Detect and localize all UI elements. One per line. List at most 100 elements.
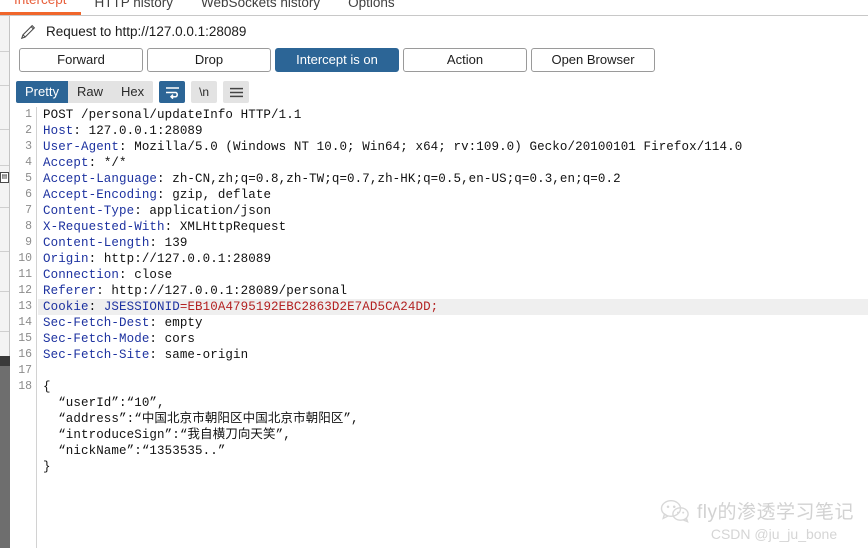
header-name: User-Agent xyxy=(43,140,120,154)
code-line: User-Agent: Mozilla/5.0 (Windows NT 10.0… xyxy=(43,140,743,154)
code-line-body-open: { xyxy=(43,380,51,394)
rail-segment xyxy=(0,86,9,130)
code-line-cookie: Cookie: JSESSIONID=EB10A4795192EBC2863D2… xyxy=(38,299,868,315)
action-button[interactable]: Action xyxy=(403,48,527,72)
request-code[interactable]: POST /personal/updateInfo HTTP/1.1 Host:… xyxy=(38,107,868,548)
line-number: 5 xyxy=(25,172,32,185)
rail-segment xyxy=(0,52,9,86)
header-value: cors xyxy=(164,332,196,346)
line-number: 12 xyxy=(18,284,32,297)
rail-scrollbar-cap xyxy=(0,356,10,366)
header-value: same-origin xyxy=(164,348,249,362)
code-line: Referer: http://127.0.0.1:28089/personal xyxy=(43,284,348,298)
line-number: 16 xyxy=(18,348,32,361)
header-value: 127.0.0.1:28089 xyxy=(88,124,203,138)
header-value: application/json xyxy=(149,204,272,218)
rail-segment xyxy=(0,208,9,252)
view-mode-raw[interactable]: Raw xyxy=(67,81,112,103)
code-line: POST /personal/updateInfo HTTP/1.1 xyxy=(38,107,868,123)
view-mode-group: Pretty Raw Hex xyxy=(16,81,154,103)
newline-icon[interactable]: \n xyxy=(191,81,218,103)
header-name: Sec-Fetch-Site xyxy=(43,348,150,362)
rail-segment xyxy=(0,252,9,292)
code-line: Sec-Fetch-Mode: cors xyxy=(43,332,196,346)
menu-icon[interactable] xyxy=(223,81,250,103)
code-line: X-Requested-With: XMLHttpRequest xyxy=(43,220,287,234)
line-number: 11 xyxy=(18,268,32,281)
code-line-body: “address”:“中国北京市朝阳区中国北京市朝阳区”, xyxy=(43,412,359,426)
header-value: XMLHttpRequest xyxy=(179,220,287,234)
line-number: 17 xyxy=(18,364,32,377)
pencil-icon xyxy=(20,24,36,39)
code-line-body-close: } xyxy=(43,460,51,474)
code-line: Origin: http://127.0.0.1:28089 xyxy=(43,252,272,266)
code-line: Sec-Fetch-Site: same-origin xyxy=(43,348,249,362)
header-name: Accept xyxy=(43,156,89,170)
intercept-toggle-button[interactable]: Intercept is on xyxy=(275,48,399,72)
header-value: http://127.0.0.1:28089/personal xyxy=(111,284,348,298)
cookie-name: JSESSIONID xyxy=(103,300,180,314)
line-number: 14 xyxy=(18,316,32,329)
tab-intercept[interactable]: Intercept xyxy=(0,0,81,15)
burp-proxy-intercept-window: ▤ Intercept HTTP history WebSockets hist… xyxy=(0,0,868,548)
code-line-body: “userId”:“10”, xyxy=(43,396,165,410)
word-wrap-icon[interactable] xyxy=(159,81,186,103)
rail-segment xyxy=(0,16,9,52)
line-number: 18 xyxy=(18,380,32,393)
word-wrap-glyph xyxy=(165,86,179,99)
line-number: 1 xyxy=(25,108,32,121)
line-number-gutter: 1 2 3 4 5 6 7 8 9 10 11 12 13 14 15 16 1… xyxy=(11,107,37,548)
line-number: 10 xyxy=(18,252,32,265)
header-value: close xyxy=(134,268,173,282)
tab-http-history[interactable]: HTTP history xyxy=(81,0,188,15)
header-name: Cookie xyxy=(43,300,89,314)
header-name: Content-Type xyxy=(43,204,135,218)
rail-segment xyxy=(0,292,9,332)
header-value: http://127.0.0.1:28089 xyxy=(103,252,272,266)
code-line-body: “introduceSign”:“我自横刀向天笑”, xyxy=(43,428,291,442)
header-name: Sec-Fetch-Mode xyxy=(43,332,150,346)
forward-button[interactable]: Forward xyxy=(19,48,143,72)
cookie-value: EB10A4795192EBC2863D2E7AD5CA24DD; xyxy=(187,300,439,314)
view-mode-pretty[interactable]: Pretty xyxy=(16,81,68,103)
code-line: Accept: */* xyxy=(43,156,127,170)
line-number: 13 xyxy=(18,300,32,313)
header-name: Connection xyxy=(43,268,120,282)
line-number: 4 xyxy=(25,156,32,169)
request-editor[interactable]: 1 2 3 4 5 6 7 8 9 10 11 12 13 14 15 16 1… xyxy=(11,107,868,548)
code-line: Host: 127.0.0.1:28089 xyxy=(43,124,203,138)
line-number: 3 xyxy=(25,140,32,153)
view-mode-hex[interactable]: Hex xyxy=(111,81,154,103)
code-line: Content-Length: 139 xyxy=(43,236,188,250)
open-browser-button[interactable]: Open Browser xyxy=(531,48,655,72)
code-line: Connection: close xyxy=(43,268,173,282)
line-number: 8 xyxy=(25,220,32,233)
header-name: X-Requested-With xyxy=(43,220,165,234)
code-line: Content-Type: application/json xyxy=(43,204,272,218)
drop-button[interactable]: Drop xyxy=(147,48,271,72)
header-name: Sec-Fetch-Dest xyxy=(43,316,150,330)
request-title: Request to http://127.0.0.1:28089 xyxy=(46,23,247,39)
code-line: Sec-Fetch-Dest: empty xyxy=(43,316,203,330)
tab-websockets-history[interactable]: WebSockets history xyxy=(187,0,334,15)
header-name: Origin xyxy=(43,252,89,266)
header-name: Host xyxy=(43,124,74,138)
code-line: Accept-Encoding: gzip, deflate xyxy=(43,188,272,202)
rail-scrollbar-thumb[interactable] xyxy=(0,366,10,548)
main-tab-strip: Intercept HTTP history WebSockets histor… xyxy=(0,0,868,16)
rail-expand-icon[interactable]: ▤ xyxy=(0,172,9,183)
request-title-bar: Request to http://127.0.0.1:28089 xyxy=(11,17,868,45)
header-name: Accept-Language xyxy=(43,172,158,186)
message-view-toolbar: Pretty Raw Hex \n xyxy=(11,79,868,105)
line-number: 9 xyxy=(25,236,32,249)
newline-label: \n xyxy=(199,85,210,99)
line-number: 2 xyxy=(25,124,32,137)
tab-options[interactable]: Options xyxy=(334,0,409,15)
header-value: */* xyxy=(103,156,127,170)
line-number: 6 xyxy=(25,188,32,201)
header-name: Content-Length xyxy=(43,236,150,250)
code-line-body: “nickName”:“1353535..” xyxy=(43,444,226,458)
line-number: 15 xyxy=(18,332,32,345)
header-value: 139 xyxy=(164,236,188,250)
